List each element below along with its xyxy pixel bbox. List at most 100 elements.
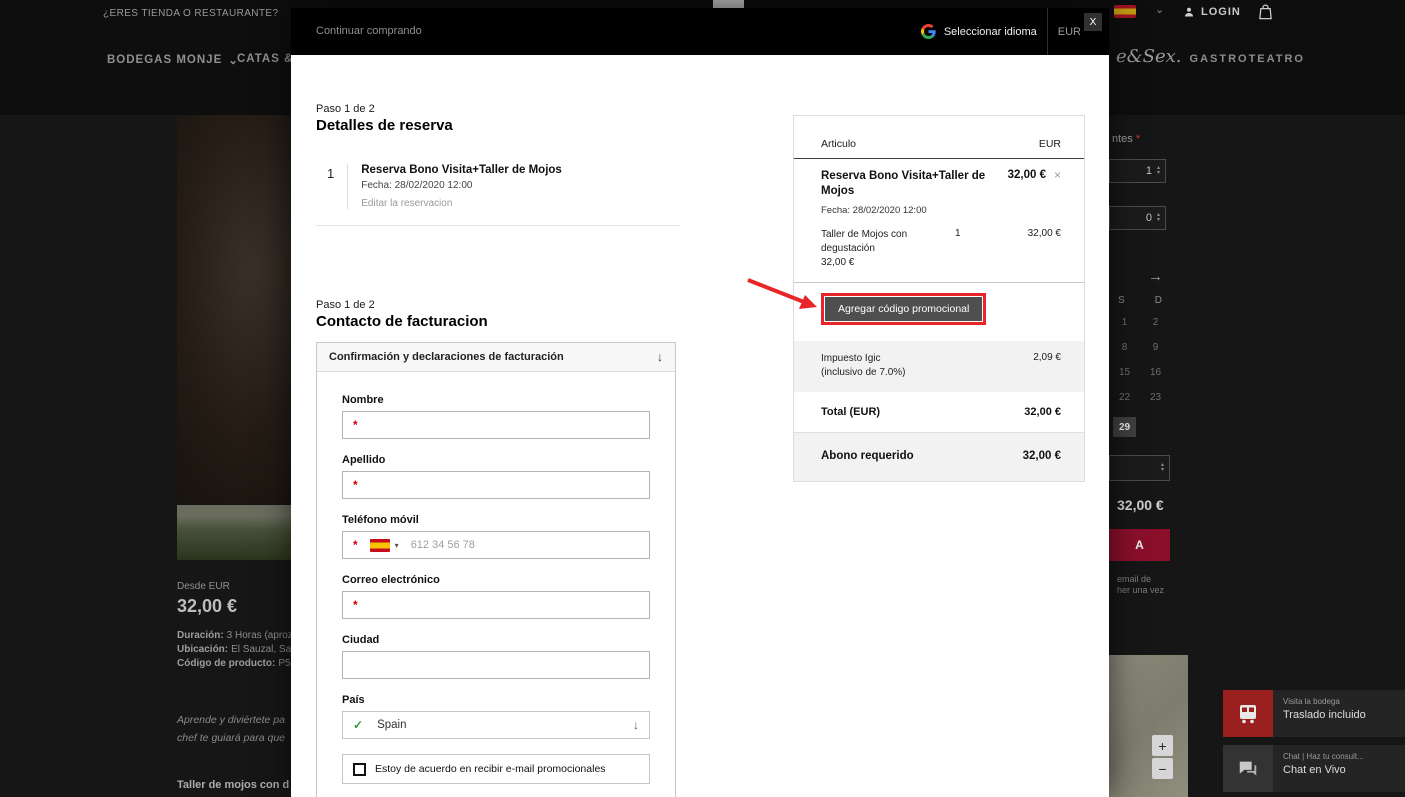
pais-select[interactable]: ✓ Spain ↓	[342, 711, 650, 739]
summary-line-item: Taller de Mojos con degustación 32,00 € …	[794, 228, 1084, 269]
chat-widget-title: Chat | Haz tu consult...	[1283, 752, 1364, 761]
calendar-day[interactable]: 15	[1119, 367, 1130, 379]
line-item-name: Taller de Mojos con degustación	[821, 229, 908, 255]
collapse-arrow-icon[interactable]: ↓	[657, 350, 663, 364]
calendar-day-headers: S D	[1118, 295, 1162, 306]
chat-widget[interactable]: Chat | Haz tu consult... Chat en Vivo	[1223, 745, 1405, 792]
calendar-day[interactable]: 22	[1119, 392, 1130, 404]
calendar-day[interactable]: 16	[1150, 367, 1161, 379]
checkout-modal: Continuar comprando Seleccionar idioma E…	[291, 8, 1109, 797]
calendar-next-icon[interactable]: →	[1148, 268, 1163, 285]
visit-widget-title: Visita la bodega	[1283, 697, 1340, 706]
apellido-field[interactable]: *	[342, 471, 650, 499]
booking-dropdown[interactable]: ▴ ▾	[1109, 455, 1170, 481]
modal-close-button[interactable]: X	[1084, 13, 1102, 31]
dropdown-arrow-icon[interactable]: ▾	[395, 541, 399, 550]
correo-field[interactable]: *	[342, 591, 650, 619]
map-zoom-out-button[interactable]: −	[1152, 758, 1173, 779]
ciudad-field[interactable]	[342, 651, 650, 679]
required-marker: *	[353, 478, 358, 492]
continue-shopping-link[interactable]: Continuar comprando	[316, 25, 422, 37]
product-details: Duración: 3 Horas (aproz Ubicación: El Sau…	[177, 629, 293, 671]
promo-consent-label: Estoy de acuerdo en recibir e-mail promo…	[375, 763, 606, 775]
visit-widget[interactable]: Visita la bodega Traslado incluido	[1223, 690, 1405, 737]
tax-section: Impuesto Igic (inclusivo de 7.0%) 2,09 €	[794, 340, 1084, 392]
calendar-day[interactable]: 8	[1122, 342, 1128, 354]
chat-widget-text: Chat | Haz tu consult... Chat en Vivo	[1273, 745, 1364, 792]
booking-note: email de her una vez	[1117, 574, 1165, 595]
language-selector[interactable]: Seleccionar idioma	[920, 24, 1037, 39]
product-description: Aprende y diviértete pa chef te guiará p…	[177, 714, 285, 744]
tax-labels: Impuesto Igic (inclusivo de 7.0%)	[821, 352, 905, 381]
tax-value: 2,09 €	[1033, 351, 1061, 363]
item-title: Reserva Bono Visita+Taller de Mojos	[361, 164, 562, 176]
calendar-day[interactable]: 9	[1153, 342, 1159, 354]
total-value: 32,00 €	[1024, 405, 1061, 418]
spain-flag-icon[interactable]	[369, 538, 390, 552]
summary-item-price: 32,00 €	[1007, 169, 1046, 181]
calendar-day[interactable]: 23	[1150, 392, 1161, 404]
map-fragment	[1109, 655, 1188, 797]
reservation-title: Detalles de reserva	[316, 117, 453, 134]
select-arrow-icon: ↓	[633, 718, 639, 732]
google-icon	[920, 24, 936, 39]
section-divider	[316, 225, 680, 226]
calendar-day[interactable]: 29	[1113, 417, 1136, 437]
line-item-unit-price: 32,00 €	[821, 256, 855, 268]
chevron-down-icon[interactable]: ⌄	[1155, 3, 1164, 16]
nombre-field[interactable]: *	[342, 411, 650, 439]
item-info: Reserva Bono Visita+Taller de Mojos Fech…	[361, 164, 562, 209]
billing-title: Contacto de facturacion	[316, 313, 488, 330]
children-stepper[interactable]: 0 ▴ ▾	[1109, 206, 1166, 230]
item-number: 1	[327, 166, 335, 181]
product-thumbnail[interactable]	[177, 505, 291, 560]
telefono-label: Teléfono móvil	[342, 514, 419, 526]
stepper-arrows-icon[interactable]: ▴ ▾	[1157, 212, 1160, 223]
item-divider	[347, 164, 349, 209]
stepper-value: 1	[1145, 165, 1152, 177]
map-zoom-in-button[interactable]: +	[1152, 735, 1173, 756]
nav-winesex-group[interactable]: e&Sex. GASTROTEATRO	[1116, 46, 1305, 67]
promo-consent-checkbox[interactable]	[353, 762, 366, 776]
language-flag-icon[interactable]	[1114, 5, 1136, 18]
pais-value: Spain	[377, 719, 407, 731]
topbar-link-tienda[interactable]: ¿ERES TIENDA O RESTAURANTE?	[103, 8, 278, 19]
step-label: Paso 1 de 2	[316, 103, 375, 115]
reserve-button[interactable]: A	[1109, 529, 1170, 561]
apellido-label: Apellido	[342, 454, 386, 466]
annotation-highlight-box: Agregar código promocional	[821, 292, 987, 325]
total-row: Total (EUR) 32,00 €	[794, 392, 1084, 432]
tax-note: (inclusivo de 7.0%)	[821, 367, 906, 379]
panel-header[interactable]: Confirmación y declaraciones de facturac…	[317, 343, 675, 372]
attendees-label: ntes *	[1112, 133, 1141, 145]
total-label: Total (EUR)	[821, 405, 881, 418]
cart-bag-icon[interactable]	[1258, 3, 1273, 26]
promo-consent-row[interactable]: Estoy de acuerdo en recibir e-mail promo…	[342, 754, 650, 784]
nav-brand-label: BODEGAS MONJE	[107, 54, 223, 66]
stepper-arrows-icon[interactable]: ▴ ▾	[1157, 165, 1160, 176]
product-location: Ubicación: El Sauzal, Sa	[177, 644, 292, 655]
add-promo-code-button[interactable]: Agregar código promocional	[825, 296, 983, 321]
remove-item-icon[interactable]: ×	[1054, 169, 1061, 181]
product-duration: Duración: 3 Horas (aproz	[177, 630, 293, 641]
correo-label: Correo electrónico	[342, 574, 440, 586]
due-label: Abono requerido	[821, 449, 914, 462]
summary-item-date: Fecha: 28/02/2020 12:00	[821, 205, 927, 217]
product-code: Código de producto: P5	[177, 658, 291, 669]
edit-reservation-link[interactable]: Editar la reservacion	[361, 198, 562, 209]
booking-total-price: 32,00 €	[1117, 497, 1164, 513]
currency-label[interactable]: EUR	[1058, 26, 1081, 38]
summary-item-title: Reserva Bono Visita+Taller de Mojos	[821, 170, 986, 198]
nav-item-bodegas-monje[interactable]: BODEGAS MONJE ⌄	[107, 53, 239, 67]
login-button[interactable]: LOGIN	[1183, 6, 1241, 18]
page: ¿ERES TIENDA O RESTAURANTE? ⌄ LOGIN BODE…	[0, 0, 1405, 797]
telefono-field[interactable]: * ▾ 612 34 56 78	[342, 531, 650, 559]
calendar-day[interactable]: 1	[1122, 317, 1128, 329]
chat-widget-subtitle: Chat en Vivo	[1283, 764, 1346, 776]
adults-stepper[interactable]: 1 ▴ ▾	[1109, 159, 1166, 183]
product-section-title: Taller de mojos con d	[177, 779, 290, 791]
calendar-day[interactable]: 2	[1153, 317, 1159, 329]
promo-area: Agregar código promocional	[794, 283, 1084, 325]
select-language-label: Seleccionar idioma	[943, 25, 1037, 38]
amount-due-row: Abono requerido 32,00 €	[794, 431, 1084, 481]
